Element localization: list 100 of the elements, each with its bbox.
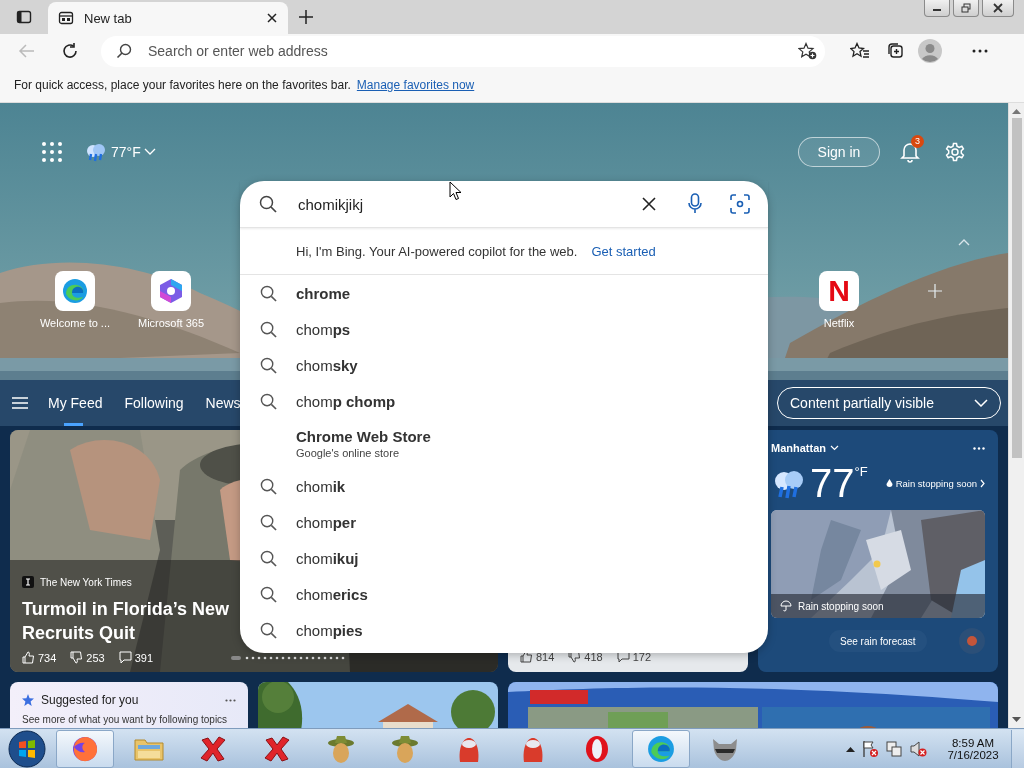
menu-icon[interactable]	[12, 397, 28, 409]
hat-head-icon	[327, 733, 355, 764]
rain-cloud-icon	[84, 142, 108, 162]
new-tab-plus-icon[interactable]	[298, 9, 314, 25]
search-suggestion[interactable]: chomik	[240, 468, 768, 504]
search-icon	[260, 392, 277, 410]
thumbs-down-icon	[70, 651, 84, 664]
search-suggestion[interactable]: chomp chomp	[240, 383, 768, 419]
search-suggestion[interactable]: chomerics	[240, 576, 768, 612]
site-subtitle: Google's online store	[296, 447, 400, 459]
more-icon[interactable]	[973, 446, 985, 450]
chevron-down-icon	[830, 445, 839, 451]
scrollbar-thumb[interactable]	[1011, 118, 1022, 458]
taskbar-app-button[interactable]	[56, 729, 114, 768]
thumbs-up-icon	[520, 650, 533, 663]
search-field[interactable]: chomikjikj	[296, 194, 642, 214]
clear-icon[interactable]	[642, 197, 656, 211]
tray-expand-icon[interactable]	[846, 745, 855, 752]
collections-icon[interactable]	[886, 42, 904, 60]
comment-icon	[118, 651, 132, 664]
clock-date: 7/16/2023	[947, 748, 999, 761]
visual-search-icon[interactable]	[730, 194, 750, 214]
scrollbar[interactable]	[1008, 103, 1024, 728]
comment-count[interactable]: 172	[616, 650, 652, 663]
search-suggestion[interactable]: chomsky	[240, 347, 768, 383]
scroll-down-icon[interactable]	[1012, 717, 1021, 722]
chevron-right-icon	[980, 478, 985, 488]
search-icon	[116, 43, 132, 59]
get-started-link[interactable]: Get started	[591, 243, 656, 259]
feed-tab[interactable]: Following	[124, 380, 184, 426]
umbrella-icon	[780, 600, 792, 612]
close-icon[interactable]	[266, 12, 278, 24]
search-icon	[260, 477, 277, 495]
feed-tab[interactable]: My Feed	[48, 380, 103, 426]
settings-icon[interactable]	[944, 141, 966, 163]
network-icon[interactable]	[885, 739, 903, 758]
search-icon	[260, 284, 277, 302]
search-suggestion[interactable]: chomper	[240, 504, 768, 540]
clock[interactable]: 8:59 AM 7/16/2023	[941, 736, 1005, 761]
profile-avatar-icon[interactable]	[918, 39, 942, 63]
flag-icon[interactable]	[861, 739, 879, 758]
search-icon	[259, 195, 277, 213]
start-button-icon[interactable]	[8, 729, 46, 768]
like-count[interactable]: 814	[520, 650, 555, 663]
rain-forecast-button[interactable]: See rain forecast	[829, 630, 927, 652]
site-suggestion[interactable]: Chrome Web Store Google's online store	[240, 419, 768, 468]
quick-link[interactable]: Welcome to ...	[27, 271, 123, 329]
location-selector[interactable]: Manhattan	[771, 442, 839, 454]
chevron-down-icon	[143, 148, 156, 156]
dislike-count[interactable]: 418	[568, 650, 603, 663]
scroll-up-icon[interactable]	[1012, 109, 1021, 114]
new-tab-icon	[58, 10, 74, 26]
clock-time: 8:59 AM	[951, 736, 995, 749]
map-caption: Rain stopping soon	[798, 600, 884, 612]
minimize-button[interactable]	[924, 0, 950, 17]
headline-line: Recruits Quit	[22, 622, 136, 645]
add-favorite-icon[interactable]	[798, 42, 817, 60]
apps-grid-icon[interactable]	[42, 142, 62, 162]
netflix-logo: N	[828, 274, 850, 308]
address-field[interactable]: Search or enter web address	[146, 42, 798, 60]
edge-logo-icon	[647, 734, 675, 763]
address-bar[interactable]: Search or enter web address	[101, 35, 825, 67]
search-suggestion[interactable]: chomikuj	[240, 540, 768, 576]
search-icon	[260, 621, 277, 639]
thumbs-up-icon	[22, 651, 35, 664]
search-icon	[260, 320, 277, 338]
like-count[interactable]: 734	[22, 651, 57, 664]
search-suggestion[interactable]: chomps	[240, 311, 768, 347]
close-window-button[interactable]	[982, 0, 1014, 17]
favorites-bar-message: For quick access, place your favorites here on the favorites bar.	[14, 78, 351, 92]
more-icon[interactable]	[972, 49, 988, 53]
site-title: Chrome Web Store	[296, 428, 432, 445]
taskbar-app-button[interactable]	[632, 729, 690, 768]
favorites-icon[interactable]	[850, 42, 870, 60]
volume-muted-icon[interactable]	[909, 739, 927, 758]
quick-link[interactable]: Microsoft 365	[123, 271, 219, 329]
refresh-icon[interactable]	[61, 42, 79, 60]
comment-count[interactable]: 391	[118, 651, 154, 664]
source-logo-icon	[22, 576, 34, 588]
fox-globe-icon	[71, 734, 99, 763]
search-suggestion[interactable]: chrome	[240, 275, 768, 311]
chevron-down-icon	[974, 399, 988, 407]
suggestion-text: See more of what you want by following topics	[22, 714, 229, 726]
suggestion-card[interactable]: Suggested for you See more of what you want by following topics	[10, 682, 248, 728]
more-icon[interactable]	[225, 698, 236, 702]
bing-message: Hi, I'm Bing. Your AI-powered copilot for the web.	[296, 243, 578, 259]
dislike-count[interactable]: 253	[70, 651, 105, 664]
browser-tab[interactable]: New tab	[48, 2, 288, 34]
microphone-icon[interactable]	[688, 193, 702, 215]
tab-actions-icon[interactable]	[16, 9, 32, 25]
weather-button[interactable]: 77°F	[84, 142, 156, 162]
hat-head-icon	[391, 733, 419, 764]
hexagon-logo-icon	[159, 278, 183, 304]
collapse-icon[interactable]	[958, 238, 970, 246]
carousel-dots-icon[interactable]	[231, 655, 346, 660]
feed-tab[interactable]: News	[205, 380, 241, 426]
manage-favorites-link[interactable]: Manage favorites now	[356, 78, 475, 92]
comment-icon	[616, 650, 630, 663]
rain-alert-link[interactable]: Rain stopping soon	[885, 477, 985, 489]
restore-button[interactable]	[953, 0, 979, 17]
